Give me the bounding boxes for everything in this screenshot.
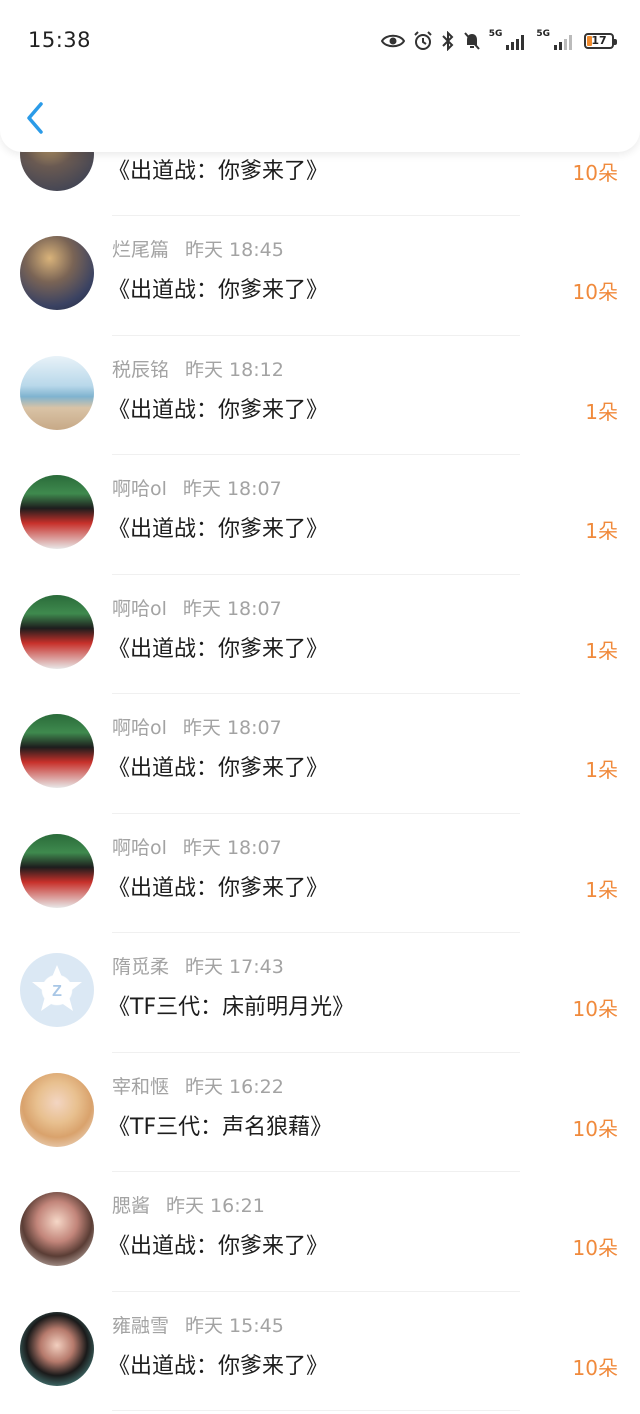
record-time: 昨天 16:21 — [166, 1195, 265, 1217]
list-item[interactable]: 啊哈ol 昨天 18:07 《出道战：你爹来了》 1朵 — [0, 814, 640, 933]
username[interactable]: 啊哈ol — [112, 478, 167, 500]
work-title: 《TF三代：声名狼藉》 — [108, 1114, 333, 1140]
signal-icon — [506, 35, 525, 50]
list-item[interactable]: Z 隋觅柔 昨天 17:43 《TF三代：床前明月光》 10朵 — [0, 933, 640, 1053]
avatar[interactable] — [20, 594, 94, 669]
username[interactable]: 啊哈ol — [112, 837, 167, 859]
avatar[interactable] — [20, 355, 94, 430]
record-time: 昨天 18:07 — [182, 717, 282, 739]
username[interactable]: 税辰铭 — [112, 359, 169, 381]
gift-amount: 10朵 — [572, 997, 618, 1021]
record-meta: 啊哈ol 昨天 18:07 — [112, 836, 282, 860]
username[interactable]: 雍融雪 — [112, 1315, 169, 1337]
network-label-2: 5G — [536, 29, 550, 39]
avatar[interactable] — [20, 1072, 94, 1147]
work-title: 《出道战：你爹来了》 — [108, 636, 329, 662]
gift-amount: 1朵 — [585, 758, 618, 782]
work-title: 《出道战：你爹来了》 — [108, 397, 329, 423]
alarm-icon — [413, 31, 432, 50]
record-time: 昨天 18:45 — [185, 239, 284, 261]
gift-amount: 10朵 — [572, 280, 618, 304]
divider — [112, 1410, 520, 1411]
work-title: 《出道战：你爹来了》 — [108, 756, 329, 781]
avatar[interactable] — [20, 1311, 94, 1386]
work-title: 《出道战：你爹来了》 — [108, 158, 329, 184]
network-label-1: 5G — [488, 29, 503, 39]
chevron-left-icon — [27, 102, 43, 134]
battery-level: 17 — [591, 34, 607, 47]
avatar[interactable] — [20, 236, 94, 310]
record-time: 昨天 18:07 — [182, 597, 282, 620]
signal-icon-2 — [554, 35, 572, 50]
star-logo-icon: Z — [32, 965, 82, 1011]
record-meta: 雍融雪 昨天 15:45 — [112, 1314, 284, 1338]
gift-amount: 10朵 — [572, 1116, 618, 1141]
gift-record-page: 15:38 5G 5G 17 《出道战：你爹来了》 10朵 烂尾篇 昨天 18:… — [0, 0, 640, 1414]
gift-amount: 1朵 — [585, 638, 618, 663]
record-meta: 啊哈ol 昨天 18:07 — [112, 716, 282, 740]
record-meta: 宰和惬 昨天 16:22 — [112, 1075, 284, 1099]
username[interactable]: 啊哈ol — [112, 598, 167, 620]
list-item[interactable]: 啊哈ol 昨天 18:07 《出道战：你爹来了》 1朵 — [0, 575, 640, 694]
avatar[interactable]: Z — [20, 953, 94, 1027]
gift-amount: 10朵 — [572, 1236, 618, 1260]
record-meta: 啊哈ol 昨天 18:07 — [112, 477, 282, 501]
record-time: 昨天 16:22 — [185, 1075, 284, 1098]
username[interactable]: 啊哈ol — [112, 717, 167, 739]
work-title: 《出道战：你爹来了》 — [108, 1353, 329, 1379]
work-title: 《出道战：你爹来了》 — [108, 278, 329, 303]
record-meta: 腮酱 昨天 16:21 — [112, 1194, 265, 1218]
avatar[interactable] — [20, 833, 94, 908]
record-time: 昨天 17:43 — [185, 956, 284, 978]
gift-amount: 1朵 — [585, 519, 618, 543]
record-time: 昨天 18:12 — [185, 358, 284, 381]
svg-text:Z: Z — [52, 983, 62, 1000]
list-item[interactable]: 雍融雪 昨天 15:45 《出道战：你爹来了》 10朵 — [0, 1292, 640, 1411]
list-item[interactable]: 宰和惬 昨天 16:22 《TF三代：声名狼藉》 10朵 — [0, 1053, 640, 1172]
status-time: 15:38 — [28, 28, 92, 52]
record-meta: 烂尾篇 昨天 18:45 — [112, 238, 284, 262]
record-time: 昨天 18:07 — [182, 478, 282, 500]
gift-amount: 10朵 — [572, 160, 618, 185]
username[interactable]: 腮酱 — [112, 1195, 150, 1217]
list-item[interactable]: 烂尾篇 昨天 18:45 《出道战：你爹来了》 10朵 — [0, 216, 640, 336]
list-item[interactable]: 啊哈ol 昨天 18:07 《出道战：你爹来了》 1朵 — [0, 455, 640, 575]
record-time: 昨天 18:07 — [182, 836, 282, 859]
eye-icon — [380, 34, 405, 48]
username[interactable]: 隋觅柔 — [112, 956, 169, 978]
avatar[interactable] — [20, 1192, 94, 1266]
status-icons: 5G 5G 17 — [380, 28, 617, 54]
work-title: 《出道战：你爹来了》 — [108, 517, 329, 542]
bluetooth-icon — [441, 31, 454, 51]
record-meta: 啊哈ol 昨天 18:07 — [112, 597, 282, 621]
gift-amount: 1朵 — [585, 877, 618, 902]
back-button[interactable] — [20, 98, 50, 138]
list-item[interactable]: 税辰铭 昨天 18:12 《出道战：你爹来了》 1朵 — [0, 336, 640, 455]
mute-bell-icon — [463, 32, 480, 50]
battery-icon: 17 — [584, 33, 617, 49]
record-meta: 隋觅柔 昨天 17:43 — [112, 955, 284, 979]
list-item[interactable]: 啊哈ol 昨天 18:07 《出道战：你爹来了》 1朵 — [0, 694, 640, 814]
avatar[interactable] — [20, 714, 94, 788]
gift-amount: 1朵 — [585, 399, 618, 424]
work-title: 《出道战：你爹来了》 — [108, 1234, 329, 1259]
list-item[interactable]: 腮酱 昨天 16:21 《出道战：你爹来了》 10朵 — [0, 1172, 640, 1292]
top-bar: 15:38 5G 5G 17 — [0, 0, 640, 152]
username[interactable]: 烂尾篇 — [112, 239, 169, 261]
record-time: 昨天 15:45 — [185, 1314, 284, 1337]
work-title: 《TF三代：床前明月光》 — [108, 995, 355, 1020]
username[interactable]: 宰和惬 — [112, 1076, 169, 1098]
avatar[interactable] — [20, 475, 94, 549]
work-title: 《出道战：你爹来了》 — [108, 875, 329, 901]
record-meta: 税辰铭 昨天 18:12 — [112, 358, 284, 382]
gift-amount: 10朵 — [572, 1355, 618, 1380]
